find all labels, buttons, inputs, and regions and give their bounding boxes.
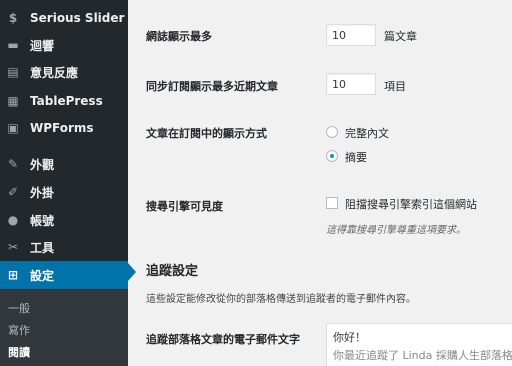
plugin-icon: ✐ — [7, 185, 19, 199]
posts-per-page-input[interactable] — [326, 24, 376, 46]
sidebar-item-settings[interactable]: ⊞ 設定 — [0, 261, 128, 289]
rss-display-label: 文章在訂閱中的顯示方式 — [146, 127, 267, 140]
sidebar-item-label: 設定 — [30, 268, 55, 283]
forms-icon: ▣ — [7, 121, 19, 135]
sidebar-item-wpforms[interactable]: ▣ WPForms — [0, 114, 128, 142]
email-text-label: 追蹤部落格文章的電子郵件文字 — [146, 333, 300, 346]
sidebar-item-appearance[interactable]: ✎ 外觀 — [0, 150, 128, 178]
wrench-icon: ✂ — [7, 240, 19, 254]
submenu-item-writing[interactable]: 寫作 — [8, 322, 30, 338]
email-text-line: 你好！ — [333, 331, 366, 344]
posts-per-page-unit: 篇文章 — [384, 30, 417, 43]
feedback-icon: ▤ — [7, 65, 19, 79]
search-visibility-description: 這得靠搜尋引擎尊重這項要求。 — [326, 225, 466, 236]
sidebar-item-label: 帳號 — [30, 213, 55, 228]
sidebar-item-tools[interactable]: ✂ 工具 — [0, 233, 128, 261]
sidebar-item-label: 外掛 — [30, 185, 55, 200]
tracking-section-title: 追蹤設定 — [146, 264, 199, 279]
excerpt-label: 摘要 — [345, 151, 367, 164]
settings-icon: ⊞ — [7, 268, 19, 282]
full-text-label: 完整內文 — [345, 127, 389, 140]
posts-per-rss-unit: 項目 — [384, 80, 406, 93]
sidebar-item-tablepress[interactable]: ▦ TablePress — [0, 87, 128, 115]
sidebar-item-label: WPForms — [30, 121, 94, 135]
sidebar-item-label: TablePress — [30, 94, 103, 108]
sidebar-item-label: Serious Slider — [30, 11, 125, 25]
admin-sidebar: $ Serious Slider ▬ 迴響 ▤ 意見反應 ▦ TablePres… — [0, 0, 128, 366]
posts-per-rss-input[interactable] — [326, 73, 376, 95]
discourage-search-label: 阻擋搜尋引擎索引這個網站 — [345, 198, 477, 211]
sidebar-item-comments[interactable]: ▬ 迴響 — [0, 31, 128, 59]
dollar-icon: $ — [8, 11, 18, 25]
comment-icon: ▬ — [7, 38, 19, 52]
active-menu-arrow — [128, 263, 136, 281]
excerpt-radio[interactable] — [326, 150, 338, 162]
sidebar-item-label: 外觀 — [30, 157, 55, 172]
posts-per-rss-label: 同步訂閱顯示最多近期文章 — [146, 80, 278, 93]
sidebar-item-serious-slider[interactable]: $ Serious Slider — [0, 4, 128, 32]
submenu-item-general[interactable]: 一般 — [8, 300, 30, 316]
radio-selected-dot — [330, 154, 334, 158]
settings-submenu: 一般 寫作 閱讀 — [0, 289, 128, 366]
tracking-section-description: 這些設定能修改從你的部落格傳送到追蹤者的電子郵件內容。 — [146, 294, 416, 305]
submenu-item-reading[interactable]: 閱讀 — [8, 344, 30, 360]
brush-icon: ✎ — [7, 157, 19, 171]
posts-per-page-label: 網誌顯示最多 — [146, 30, 212, 43]
email-text-textarea[interactable]: 你好！ 你最近追蹤了 Linda 採購人生部落格的 — [326, 323, 512, 366]
sidebar-item-feedback[interactable]: ▤ 意見反應 — [0, 58, 128, 86]
discourage-search-checkbox[interactable] — [326, 197, 338, 209]
search-visibility-label: 搜尋引擎可見度 — [146, 200, 223, 213]
sidebar-item-plugins[interactable]: ✐ 外掛 — [0, 178, 128, 206]
sidebar-item-users[interactable]: ● 帳號 — [0, 206, 128, 234]
email-text-line: 你最近追蹤了 Linda 採購人生部落格的 — [333, 349, 512, 362]
full-text-radio[interactable] — [326, 126, 338, 138]
table-icon: ▦ — [7, 94, 19, 108]
sidebar-item-label: 工具 — [30, 240, 55, 255]
sidebar-item-label: 意見反應 — [30, 65, 79, 80]
sidebar-item-label: 迴響 — [30, 38, 55, 53]
user-icon: ● — [7, 213, 19, 227]
